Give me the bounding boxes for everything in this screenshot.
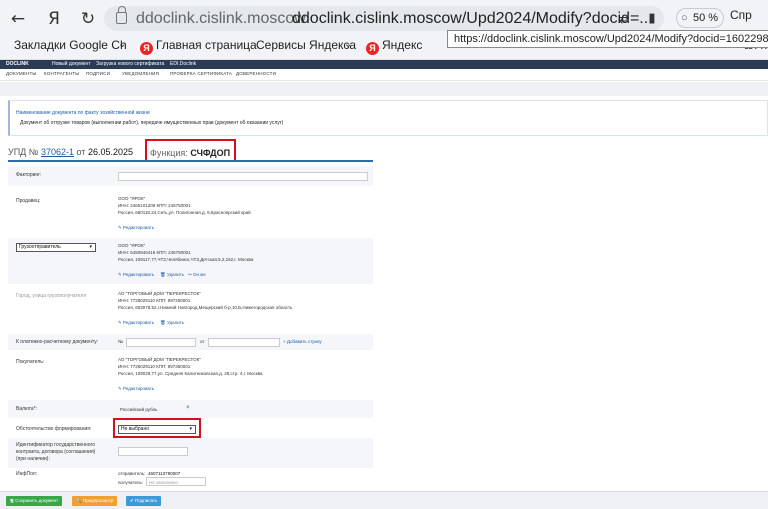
consignee-address: Россия, 603078,52,г.Нижний Новгород,Меще… [118, 305, 293, 310]
upd-number-link[interactable]: 37062-1 [41, 147, 74, 157]
bookmark-yandex[interactable]: Я Яндекс [366, 36, 422, 55]
gov-id-label-2: контракта, договора (соглашения) [16, 449, 96, 455]
seller-address: Россия, 660118,24,Сеть,ул. Полигонная,д.… [118, 210, 251, 215]
yandex-icon[interactable]: Я [44, 9, 64, 29]
payment-date-input[interactable] [208, 338, 280, 347]
bookmark-main[interactable]: Я Главная страница [140, 36, 257, 55]
menu-cert-check[interactable]: ПРОВЕРКА СЕРТИФИКАТА [170, 71, 232, 76]
highlight-box [113, 418, 201, 438]
menu-signatures[interactable]: ПОДПИСИ [86, 71, 110, 76]
menu-notifications[interactable]: УВЕДОМЛЕНИЯ [122, 71, 159, 76]
address-host: ddoclink.cislink.moscow [136, 10, 306, 27]
delete-consignee-link[interactable]: 🗑 Удалить [160, 320, 184, 326]
preview-button[interactable]: 🔍 Предпросмотр [72, 496, 118, 506]
consignee-inn: ИНН: 7728029110 КПП: 997250001 [118, 298, 191, 303]
edit-shipper-link[interactable]: ✎ Редактировать [118, 272, 154, 278]
bookmark-services[interactable]: Сервисы Яндекса [256, 36, 356, 54]
page-title: УПД № 37062-1 от 26.05.2025 [8, 147, 133, 157]
buyer-label: Покупатель: [16, 359, 45, 365]
sender-value[interactable]: 4607113790007 [148, 470, 180, 477]
bookmark-google[interactable]: Закладки Google Ch [14, 36, 127, 54]
seller-label: Продавец: [16, 198, 41, 204]
edit-seller-link[interactable]: ✎ Редактировать [118, 225, 154, 231]
menu-contractors[interactable]: КОНТРАГЕНТЫ [44, 71, 79, 76]
chevron-down-icon[interactable]: ⌄ [344, 36, 352, 54]
seller-inn: ИНН: 2465101209 КПП: 246750001 [118, 203, 191, 208]
info-label: ИнфПол: [16, 471, 38, 477]
doc-name-label: Наименование документа по факту хозяйств… [16, 110, 150, 116]
clear-currency-icon[interactable]: × [186, 405, 190, 411]
sign-button[interactable]: ✔ Подписать [126, 496, 162, 506]
buyer-address: Россия, 109029,77,ул. Средняя Калитников… [118, 371, 263, 376]
address-bar[interactable]: ddoclink.cislink.moscow ddoclink.cislink… [104, 6, 664, 31]
yandex-icon: Я [366, 42, 379, 55]
seller-name: ООО "ЯРОК" [118, 196, 146, 201]
zoom-icon: ○ [681, 12, 688, 24]
add-row-link[interactable]: + Добавить строку [283, 339, 322, 344]
payment-from-label: от [200, 339, 205, 344]
gov-id-label-3: (при наличии): [16, 456, 50, 462]
currency-value[interactable]: Российский рубль [120, 406, 157, 413]
reload-icon[interactable]: ↻ [78, 9, 98, 29]
gov-id-input[interactable] [118, 447, 188, 456]
shipper-select[interactable]: Грузоотправитель ▾ [16, 243, 96, 252]
main-menu: ДОКУМЕНТЫ КОНТРАГЕНТЫ ПОДПИСИ УВЕДОМЛЕНИ… [0, 69, 768, 81]
app-tabs-bar: DOCLINK Новый документ Загрузка нового с… [0, 60, 768, 69]
payment-number-input[interactable] [126, 338, 196, 347]
basis-label: Обстоятельство формирования: [16, 426, 92, 432]
gov-id-label-1: Идентификатор государственного [16, 442, 95, 448]
menu-documents[interactable]: ДОКУМЕНТЫ [6, 71, 37, 76]
consignee-name: АО "ТОРГОВЫЙ ДОМ "ПЕРЕКРЕСТОК" [118, 291, 201, 296]
back-arrow-icon[interactable]: ← [8, 9, 28, 29]
upd-form: Факторинг: Продавец: ООО "ЯРОК" ИНН: 246… [8, 162, 373, 492]
app-tab[interactable]: Новый документ [52, 60, 90, 69]
yandex-icon: Я [140, 42, 153, 55]
action-bar: 🖫 Сохранить документ 🔍 Предпросмотр ✔ По… [0, 491, 768, 509]
payment-no-label: № [118, 339, 123, 344]
translate-icon[interactable]: ⇄ [614, 9, 634, 29]
payment-doc-label: К платежно-расчетному документу: [16, 339, 99, 345]
edit-buyer-link[interactable]: ✎ Редактировать [118, 386, 154, 392]
sender-label: отправитель: [118, 471, 146, 476]
edit-consignee-link[interactable]: ✎ Редактировать [118, 320, 154, 326]
app-logo[interactable]: DOCLINK [6, 60, 29, 69]
factor-input[interactable] [118, 172, 368, 181]
chevron-down-icon: ▾ [89, 244, 92, 250]
browser-toolbar: ← Я ↻ ddoclink.cislink.moscow ddoclink.c… [0, 0, 768, 60]
buyer-inn: ИНН: 7728029110 КПП: 997350001 [118, 364, 191, 369]
delete-shipper-link[interactable]: 🗑 Удалить [160, 272, 184, 278]
upd-date: 26.05.2025 [87, 147, 133, 157]
address-url: ddoclink.cislink.moscow/Upd2024/Modify?d… [292, 10, 653, 27]
buyer-name: АО "ТОРГОВЫЙ ДОМ "ПЕРЕКРЕСТОК" [118, 357, 201, 362]
receiver-label: получатель: [118, 480, 144, 485]
doc-name-value: Документ об отгрузке товаров (выполнении… [20, 120, 284, 126]
page-band [0, 82, 768, 96]
doc-name-panel: Наименование документа по факту хозяйств… [8, 100, 768, 136]
shipper-inn: ИНН: 6450946416 КПП: 246750001 [118, 250, 191, 255]
consignee-label: Город, улица грузополучателя [16, 293, 87, 299]
app-tab[interactable]: EDI.Doclink [170, 60, 196, 69]
currency-label: Валюта*: [16, 406, 38, 412]
app-tab[interactable]: Загрузка нового сертификата [96, 60, 164, 69]
form-row [8, 400, 373, 418]
shipper-address: Россия, 109117,77,ЧТЗ,Челябинск,ЧТЗ,Детс… [118, 257, 254, 262]
same-shipper-link[interactable]: ↪ Он же [188, 272, 206, 278]
factor-label: Факторинг: [16, 172, 42, 178]
receiver-placeholder: Не заполнено [149, 480, 179, 485]
bookmark-icon[interactable]: ▮ [642, 9, 662, 29]
extension-label[interactable]: Спр [730, 8, 752, 22]
chevron-down-icon[interactable]: ⌄ [118, 36, 126, 54]
shipper-name: ООО "ЯРОК" [118, 243, 146, 248]
lock-icon [116, 6, 127, 24]
save-document-button[interactable]: 🖫 Сохранить документ [6, 496, 63, 506]
menu-proxies[interactable]: ДОВЕРЕННОСТИ [236, 71, 276, 76]
url-tooltip: https://ddoclink.cislink.moscow/Upd2024/… [447, 30, 768, 48]
zoom-indicator[interactable]: ○ 50 % [676, 8, 724, 28]
